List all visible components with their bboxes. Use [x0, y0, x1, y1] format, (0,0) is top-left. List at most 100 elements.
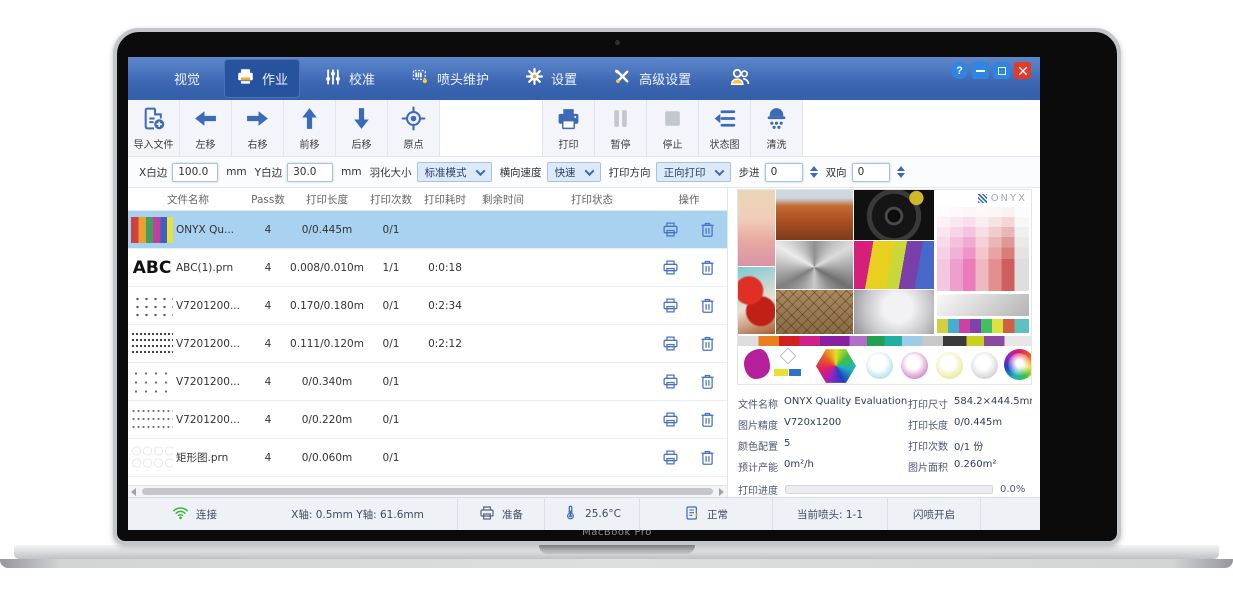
delete-job-button[interactable] — [689, 249, 726, 286]
table-row[interactable]: V7201200... 4 0/0.340m 0/1 — [128, 363, 727, 401]
users-button[interactable] — [729, 66, 751, 91]
preview-photo-steering-wheel — [854, 190, 934, 240]
step-input[interactable] — [765, 163, 803, 182]
maximize-button[interactable] — [993, 62, 1010, 79]
move-backward-button[interactable]: 后移 — [336, 100, 388, 156]
print-progress: 打印进度 0.0% — [738, 482, 1032, 497]
help-button[interactable]: ? — [951, 62, 968, 79]
print-job-button[interactable] — [652, 287, 689, 324]
tab-calibration[interactable]: 校准 — [312, 60, 387, 98]
origin-button[interactable]: 原点 — [388, 100, 440, 156]
speed-select[interactable]: 快速 — [547, 162, 601, 182]
arrow-left-icon — [193, 106, 218, 134]
file-name: 矩形图.prn — [176, 450, 248, 465]
print-button[interactable]: 打印 — [543, 100, 595, 156]
app-window: 视觉 作业 校准 喷头维护 设置 高级设置 — [128, 57, 1040, 530]
minimize-button[interactable] — [972, 62, 989, 79]
toolbar-button-label: 后移 — [352, 136, 372, 151]
import-file-icon — [141, 106, 166, 134]
y-margin-unit: mm — [341, 166, 361, 178]
delete-job-button[interactable] — [689, 287, 726, 324]
feather-value: 标准模式 — [425, 165, 467, 180]
table-row[interactable]: 矩形图.prn 4 0/0.060m 0/1 — [128, 439, 727, 477]
direction-select[interactable]: 正向打印 — [656, 162, 731, 182]
scroll-right-icon[interactable] — [719, 488, 724, 496]
window-controls: ? — [951, 62, 1031, 79]
main-content: 文件名称 Pass数 打印长度 打印次数 打印耗时 剩余时间 打印状态 操作 O… — [128, 188, 1040, 497]
delete-job-button[interactable] — [689, 363, 726, 400]
table-row[interactable]: ONYX Qu... 4 0/0.445m 0/1 — [128, 211, 727, 249]
x-margin-input[interactable] — [172, 163, 218, 182]
col-print-count: 打印次数 — [366, 192, 416, 207]
print-job-button[interactable] — [652, 401, 689, 438]
move-forward-button[interactable]: 前移 — [284, 100, 336, 156]
status-bar: 连接 X轴: 0.5mm Y轴: 61.6mm 准备 25.6°C 正常 当前喷… — [128, 497, 1040, 530]
import-file-button[interactable]: 导入文件 — [128, 100, 180, 156]
delete-job-button[interactable] — [689, 325, 726, 362]
print-job-button[interactable] — [652, 211, 689, 248]
print-job-button[interactable] — [652, 363, 689, 400]
file-name: ABC(1).prn — [176, 262, 248, 274]
toolbar-spacer — [440, 100, 543, 156]
laptop-base-edge — [0, 559, 1233, 568]
print-count: 1/1 — [366, 262, 416, 274]
delete-job-button[interactable] — [689, 439, 726, 476]
tab-job[interactable]: 作业 — [224, 59, 300, 98]
print-job-button[interactable] — [652, 325, 689, 362]
table-row[interactable]: V7201200... 4 0.170/0.180m 0/1 0:2:34 — [128, 287, 727, 325]
clean-button[interactable]: 清洗 — [751, 100, 803, 156]
bidirectional-stepper[interactable] — [897, 166, 905, 178]
scroll-left-icon[interactable] — [131, 488, 136, 496]
delete-job-button[interactable] — [689, 401, 726, 438]
print-count: 0/1 — [366, 376, 416, 388]
tab-vision[interactable]: 视觉 — [162, 61, 212, 96]
table-row[interactable]: V7201200... 4 0/0.220m 0/1 — [128, 401, 727, 439]
chevron-down-icon — [584, 166, 594, 176]
print-length: 0.008/0.010m — [288, 262, 366, 274]
delete-job-button[interactable] — [689, 211, 726, 248]
speed-label: 横向速度 — [500, 165, 542, 180]
tab-printhead-maintenance[interactable]: 喷头维护 — [399, 59, 501, 98]
preview-gradient-circle — [936, 352, 963, 379]
preview-photo-woman — [854, 290, 934, 334]
preview-gray-gradient — [937, 294, 1029, 316]
preview-diamond-mark — [780, 348, 797, 365]
connection-status: 连接 — [128, 498, 258, 530]
print-count: 0/1 — [366, 452, 416, 464]
horizontal-scrollbar[interactable] — [128, 485, 727, 497]
step-stepper[interactable] — [810, 166, 818, 178]
tab-advanced-settings[interactable]: 高级设置 — [601, 59, 703, 98]
table-row[interactable]: ABC ABC(1).prn 4 0.008/0.010m 1/1 0:0:18 — [128, 249, 727, 287]
print-job-button[interactable] — [652, 249, 689, 286]
pass-count: 4 — [248, 338, 288, 350]
feather-select[interactable]: 标准模式 — [417, 162, 492, 182]
close-button[interactable] — [1014, 62, 1031, 79]
col-pass: Pass数 — [248, 192, 288, 207]
move-left-button[interactable]: 左移 — [180, 100, 232, 156]
scrollbar-thumb[interactable] — [142, 488, 713, 495]
machine-status-label: 正常 — [707, 507, 728, 522]
status-panel-button[interactable]: 状态图 — [699, 100, 751, 156]
toolbar-button-label: 前移 — [300, 136, 320, 151]
pause-button[interactable]: 暂停 — [595, 100, 647, 156]
print-length: 0/0.340m — [288, 376, 366, 388]
tab-settings[interactable]: 设置 — [513, 59, 589, 98]
print-job-button[interactable] — [652, 439, 689, 476]
clean-icon — [764, 106, 789, 134]
bidirectional-input[interactable] — [852, 163, 890, 182]
stop-button[interactable]: 停止 — [647, 100, 699, 156]
pause-icon — [608, 106, 633, 134]
y-margin-input[interactable] — [287, 163, 333, 182]
pass-count: 4 — [248, 262, 288, 274]
table-row[interactable]: V7201200... 4 0.111/0.120m 0/1 0:2:12 — [128, 325, 727, 363]
toolbar-button-label: 停止 — [663, 136, 683, 151]
move-right-button[interactable]: 右移 — [232, 100, 284, 156]
preview-gradient-circle — [971, 352, 998, 379]
ready-label: 准备 — [502, 507, 523, 522]
print-count: 0/1 — [366, 300, 416, 312]
print-time: 0:2:34 — [416, 300, 474, 312]
image-area-label: 图片面积 — [908, 459, 948, 474]
chevron-down-icon — [475, 166, 485, 176]
print-length-label: 打印长度 — [908, 417, 948, 432]
print-count-label: 打印次数 — [908, 438, 948, 453]
